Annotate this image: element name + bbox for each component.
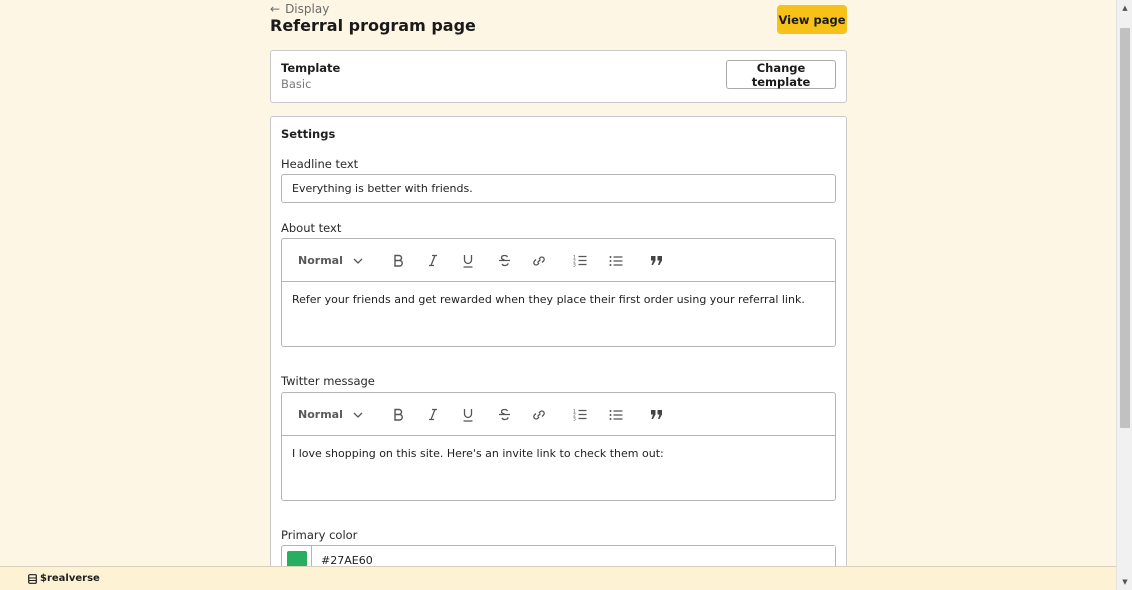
italic-icon[interactable] xyxy=(424,239,442,282)
about-format-select[interactable]: Normal xyxy=(298,239,363,282)
about-editor: Normal 123 Refer your friends and get re… xyxy=(281,238,836,347)
about-toolbar: Normal 123 xyxy=(282,239,835,282)
headline-label: Headline text xyxy=(281,157,359,171)
chevron-down-icon xyxy=(353,412,363,418)
color-swatch-button[interactable] xyxy=(282,546,312,566)
ordered-list-icon[interactable]: 123 xyxy=(571,239,589,282)
svg-text:3: 3 xyxy=(573,417,576,422)
page-title: Referral program page xyxy=(270,16,476,35)
arrow-left-icon: ← xyxy=(270,2,281,16)
chevron-down-icon xyxy=(353,258,363,264)
primary-color-input[interactable] xyxy=(312,546,835,566)
twitter-format-select[interactable]: Normal xyxy=(298,393,363,436)
template-label: Template xyxy=(281,61,341,75)
main-viewport: ← Display Referral program page View pag… xyxy=(0,0,1116,566)
about-label: About text xyxy=(281,221,342,235)
brand-logo-icon xyxy=(28,573,37,584)
settings-title: Settings xyxy=(281,127,336,141)
link-icon[interactable] xyxy=(529,393,549,436)
format-label: Normal xyxy=(298,408,343,421)
bold-icon[interactable] xyxy=(389,393,407,436)
ordered-list-icon[interactable]: 123 xyxy=(571,393,589,436)
strikethrough-icon[interactable] xyxy=(495,393,513,436)
twitter-text-area[interactable]: I love shopping on this site. Here's an … xyxy=(282,436,835,500)
svg-text:3: 3 xyxy=(573,263,576,268)
footer-bar: $realverse xyxy=(0,566,1116,590)
template-value: Basic xyxy=(281,77,312,91)
bullet-list-icon[interactable] xyxy=(607,239,625,282)
quote-icon[interactable] xyxy=(647,239,665,282)
scroll-down-icon[interactable]: ▼ xyxy=(1117,574,1132,590)
format-label: Normal xyxy=(298,254,343,267)
primary-color-field xyxy=(281,545,836,566)
about-text-area[interactable]: Refer your friends and get rewarded when… xyxy=(282,282,835,346)
back-link-label: Display xyxy=(285,2,330,16)
settings-card: Settings Headline text About text Normal xyxy=(270,116,847,566)
bullet-list-icon[interactable] xyxy=(607,393,625,436)
twitter-editor: Normal 123 I love shopping on this site.… xyxy=(281,392,836,501)
back-link[interactable]: ← Display xyxy=(270,2,329,16)
bold-icon[interactable] xyxy=(389,239,407,282)
scroll-up-icon[interactable]: ▲ xyxy=(1117,0,1132,16)
headline-input[interactable] xyxy=(281,174,836,203)
template-card: Template Basic Change template xyxy=(270,50,847,103)
twitter-label: Twitter message xyxy=(281,374,375,388)
change-template-button[interactable]: Change template xyxy=(726,60,836,89)
quote-icon[interactable] xyxy=(647,393,665,436)
primary-color-label: Primary color xyxy=(281,528,358,542)
view-page-button[interactable]: View page xyxy=(777,5,847,34)
vertical-scrollbar[interactable]: ▲ ▼ xyxy=(1116,0,1132,590)
underline-icon[interactable] xyxy=(459,393,477,436)
strikethrough-icon[interactable] xyxy=(495,239,513,282)
color-swatch xyxy=(286,551,307,566)
scrollbar-thumb[interactable] xyxy=(1120,28,1130,428)
brand-name: $realverse xyxy=(40,573,100,584)
twitter-toolbar: Normal 123 xyxy=(282,393,835,436)
italic-icon[interactable] xyxy=(424,393,442,436)
link-icon[interactable] xyxy=(529,239,549,282)
underline-icon[interactable] xyxy=(459,239,477,282)
